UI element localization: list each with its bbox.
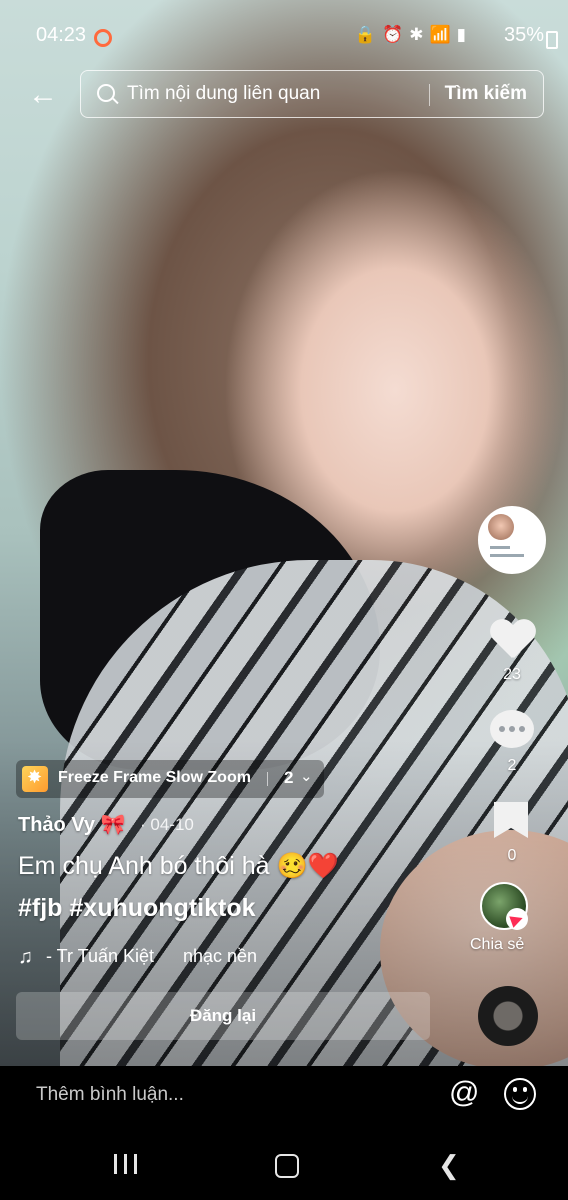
recents-bar [114,1154,117,1174]
comment-icon[interactable] [490,710,534,748]
effect-label: Freeze Frame Slow Zoom [58,769,251,786]
creator-avatar[interactable] [478,506,546,574]
share-arrow-icon[interactable] [506,908,528,930]
bookmark-count: 0 [507,847,517,864]
avatar-photo [488,514,514,540]
comment-dot [509,726,515,732]
back-arrow-icon[interactable]: ← [26,78,60,112]
emoji-icon[interactable] [504,1078,536,1110]
repost-button[interactable]: Đăng lại [16,992,430,1040]
effect-icon [22,766,48,792]
avatar-text-line [490,546,510,549]
music-author[interactable]: - Tr Tuấn Kiệt [46,946,154,967]
status-icons: 🔒⏰✱📶▮ [354,25,472,44]
search-input[interactable]: Tìm nội dung liên quan [127,83,320,105]
recents-icon[interactable] [114,1154,138,1174]
recording-indicator-icon [94,29,112,47]
comment-bar: Thêm bình luận... @ [0,1066,568,1126]
like-heart-icon[interactable] [490,620,534,660]
comment-dot [519,726,525,732]
status-bar: 04:23 🔒⏰✱📶▮ 35% [0,20,568,54]
effect-divider [267,772,268,786]
battery-icon [546,31,558,49]
recents-bar [124,1154,127,1174]
post-hashtags[interactable]: #fjb #xuhuongtiktok [18,894,256,923]
search-button[interactable]: Tìm kiếm [445,83,527,105]
like-count: 23 [503,666,521,683]
chevron-down-icon: ⌄ [300,768,313,785]
music-disc-icon[interactable] [478,986,538,1046]
post-date: · 04-10 [140,815,194,834]
avatar-text-line [490,554,524,557]
comment-dot [499,726,505,732]
post-caption: Em chụ Anh bó thôi hà 🥴❤️ [18,852,339,880]
comment-input[interactable]: Thêm bình luận... [36,1084,184,1106]
effect-pill[interactable]: Freeze Frame Slow Zoom 2 ⌄ [16,760,324,798]
search-bar[interactable]: Tìm nội dung liên quan Tìm kiếm [80,70,544,118]
search-icon [97,84,115,102]
search-divider [429,84,430,106]
creator-username[interactable]: Thảo Vy 🎀 [18,812,126,837]
home-icon[interactable] [275,1154,299,1178]
battery-percentage: 35% [503,24,544,46]
mention-at-icon[interactable]: @ [449,1076,479,1110]
recents-bar [134,1154,137,1174]
share-label[interactable]: Chia sẻ [470,936,524,954]
back-chevron-icon[interactable]: ❮ [438,1150,460,1181]
music-title[interactable]: nhạc nền [183,946,257,967]
status-time: 04:23 [36,24,87,46]
comment-count: 2 [507,757,517,774]
effect-count: 2 [284,768,294,787]
music-note-icon: ♫ [18,946,33,968]
system-nav-bar: ❮ [0,1126,568,1200]
